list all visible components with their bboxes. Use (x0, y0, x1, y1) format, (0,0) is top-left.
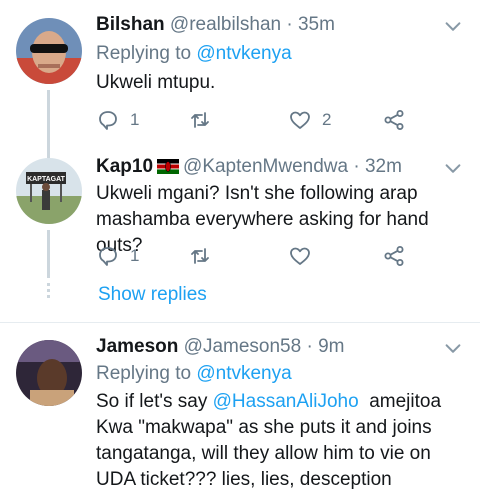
tweet-text: Ukweli mtupu. (96, 72, 216, 93)
like-button[interactable]: 2 (288, 106, 331, 134)
share-icon (384, 110, 404, 130)
avatar[interactable] (16, 18, 82, 84)
user-handle[interactable]: @Jameson58 (184, 336, 302, 357)
reply-button[interactable]: 1 (96, 242, 139, 270)
share-button[interactable] (382, 242, 406, 270)
reply-button[interactable]: 1 (96, 106, 139, 134)
replying-to-label: Replying to (96, 363, 192, 384)
share-icon (384, 246, 404, 266)
share-button[interactable] (382, 106, 406, 134)
user-handle[interactable]: @realbilshan (170, 14, 281, 35)
display-name[interactable]: Jameson (96, 336, 178, 357)
chevron-down-icon[interactable] (442, 338, 464, 360)
thread-line (47, 230, 50, 278)
tweet-jameson[interactable]: Jameson @Jameson58 · 9m Replying to @ntv… (0, 323, 480, 493)
show-replies-link[interactable]: Show replies (98, 284, 207, 306)
chevron-down-icon[interactable] (442, 158, 464, 180)
tweet-text: So if let's say @HassanAliJoho amejitoa … (96, 389, 466, 493)
tweet-header: Jameson @Jameson58 · 9m (96, 336, 344, 358)
reply-count: 1 (130, 246, 140, 265)
like-button[interactable] (288, 242, 322, 270)
tweet-header: Bilshan @realbilshan · 35m (96, 14, 335, 36)
avatar-sign-text: KAPTAGAT (27, 176, 66, 183)
tweet-header: Kap10 @KaptenMwendwa · 32m (96, 156, 402, 178)
tweet-actions: 1 (96, 242, 426, 270)
tweet-mention[interactable]: @HassanAliJoho (213, 391, 359, 412)
reply-icon (99, 247, 117, 266)
avatar[interactable] (16, 340, 82, 406)
avatar[interactable]: KAPTAGAT (16, 158, 82, 224)
thread-line (47, 150, 50, 158)
kenya-flag-icon (157, 159, 180, 174)
display-name[interactable]: Bilshan (96, 14, 165, 35)
tweet-actions: 1 2 (96, 106, 426, 134)
replying-to-mention[interactable]: @ntvkenya (196, 43, 291, 64)
thread-dots (47, 283, 50, 301)
reply-count: 1 (130, 110, 140, 129)
retweet-icon (191, 112, 209, 128)
chevron-down-icon[interactable] (442, 16, 464, 38)
replying-to-label: Replying to (96, 43, 192, 64)
retweet-icon (191, 248, 209, 264)
display-name[interactable]: Kap10 (96, 156, 153, 177)
replying-to: Replying to @ntvkenya (96, 43, 292, 65)
timestamp[interactable]: · 32m (353, 156, 402, 177)
like-icon (290, 247, 310, 265)
replying-to-mention[interactable]: @ntvkenya (196, 363, 291, 384)
tweet-kap10[interactable]: KAPTAGAT Kap10 @KaptenMwendwa · 32m Ukwe… (0, 150, 480, 322)
replying-to: Replying to @ntvkenya (96, 363, 292, 385)
tweet-bilshan[interactable]: Bilshan @realbilshan · 35m Replying to @… (0, 0, 480, 150)
retweet-button[interactable] (188, 242, 222, 270)
reply-icon (99, 111, 117, 130)
retweet-button[interactable] (188, 106, 222, 134)
thread-line (47, 90, 50, 150)
tweet-text-start: So if let's say (96, 391, 213, 412)
timestamp[interactable]: · 9m (306, 336, 344, 357)
user-handle[interactable]: @KaptenMwendwa (183, 156, 348, 177)
like-icon (290, 111, 310, 129)
like-count: 2 (322, 110, 332, 129)
timestamp[interactable]: · 35m (286, 14, 335, 35)
